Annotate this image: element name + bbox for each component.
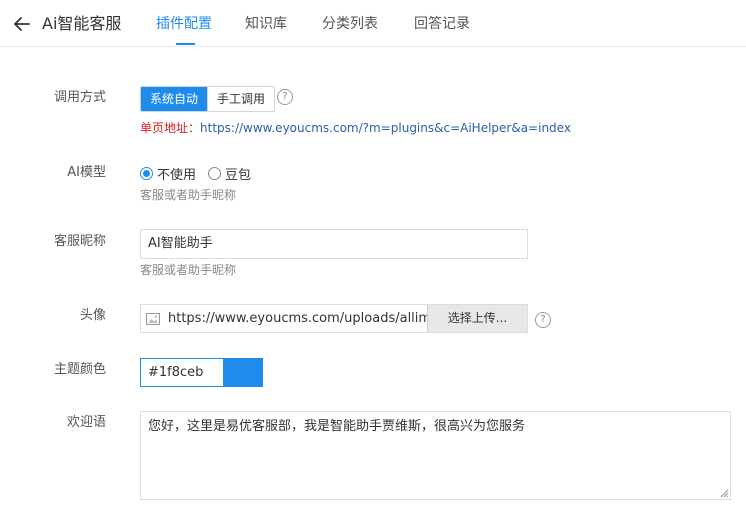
radio-doubao-label: 豆包 [225,168,252,183]
question-circle-icon[interactable]: ? [535,312,551,328]
call-mode-auto-button[interactable]: 系统自动 [141,87,208,111]
call-mode-toggle: 系统自动 手工调用 [140,86,276,112]
arrow-left-icon[interactable] [12,14,32,34]
nickname-hint: 客服或者助手昵称 [140,263,237,277]
ai-model-radio-group: 不使用 豆包 [140,164,263,183]
single-page-url: 单页地址：https://www.eyoucms.com/?m=plugins&… [140,120,571,136]
nickname-label: 客服昵称 [53,234,106,249]
top-bar: Ai智能客服 插件配置 知识库 分类列表 回答记录 [0,0,746,47]
ai-model-hint: 客服或者助手昵称 [140,188,237,202]
welcome-textarea[interactable]: 您好，这里是易优客服部，我是智能助手贾维斯，很高兴为您服务 [140,411,731,500]
welcome-text: 您好，这里是易优客服部，我是智能助手贾维斯，很高兴为您服务 [148,419,526,434]
welcome-label: 欢迎语 [66,415,106,430]
radio-none[interactable]: 不使用 [140,164,196,183]
nickname-input[interactable]: AI智能助手 [140,229,528,259]
avatar-file-field[interactable]: https://www.eyoucms.com/uploads/allimg 选… [140,304,528,333]
color-picker-swatch[interactable] [224,358,263,387]
radio-doubao[interactable]: 豆包 [208,164,251,183]
active-tab-indicator [176,43,195,45]
avatar-url-input[interactable]: https://www.eyoucms.com/uploads/allimg [168,311,430,326]
radio-none-label: 不使用 [157,168,197,183]
tab-plugin-config[interactable]: 插件配置 [156,15,212,33]
question-circle-icon[interactable]: ? [277,89,293,105]
plugin-url-link[interactable]: https://www.eyoucms.com/?m=plugins&c=AiH… [200,121,571,135]
call-mode-manual-button[interactable]: 手工调用 [207,87,275,111]
radio-doubao-indicator[interactable] [208,167,222,180]
tab-knowledge-base[interactable]: 知识库 [245,15,287,33]
avatar-label: 头像 [79,308,106,323]
image-icon [146,312,160,325]
call-mode-label: 调用方式 [53,90,106,105]
app-title: Ai智能客服 [42,14,122,33]
theme-color-label: 主题颜色 [53,362,106,377]
tab-answer-records[interactable]: 回答记录 [414,15,470,33]
theme-color-input[interactable]: #1f8ceb [140,358,224,387]
select-upload-button[interactable]: 选择上传... [427,305,527,332]
resize-grip-icon[interactable] [719,488,729,498]
ai-model-label: AI模型 [67,165,106,180]
radio-none-indicator[interactable] [140,167,153,180]
tab-category-list[interactable]: 分类列表 [322,15,378,33]
url-prefix: 单页地址： [140,121,201,135]
